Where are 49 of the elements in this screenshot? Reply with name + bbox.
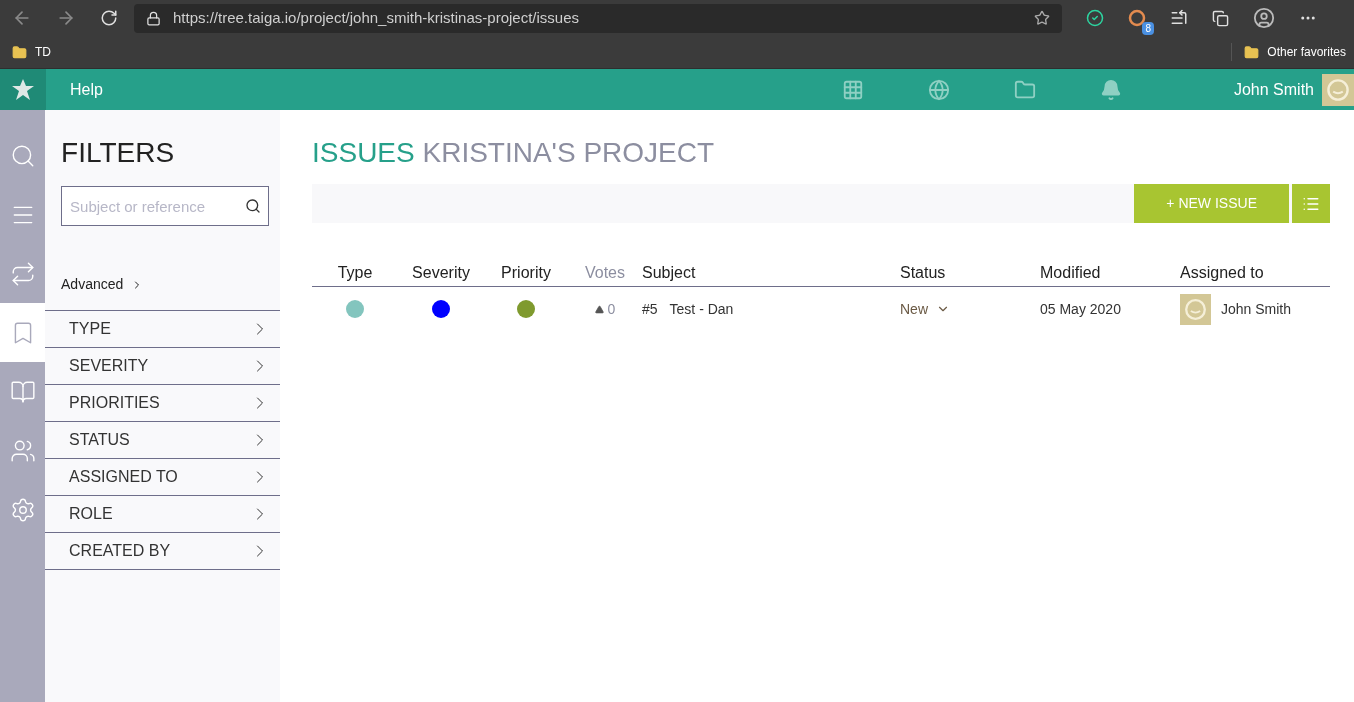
upvote-icon[interactable]: [594, 304, 604, 314]
modified-date: 05 May 2020: [1040, 299, 1122, 319]
assignee-name[interactable]: John Smith: [1221, 298, 1292, 320]
url-text: https://tree.taiga.io/project/john_smith-kristinas-project/issues: [173, 7, 580, 28]
column-header[interactable]: Modified: [1040, 260, 1180, 285]
logo-icon[interactable]: [11, 77, 35, 102]
profile-icon[interactable]: [1253, 7, 1275, 29]
filter-item[interactable]: CREATED BY: [45, 533, 280, 570]
filter-item[interactable]: SEVERITY: [45, 348, 280, 385]
lock-icon: [146, 10, 161, 26]
filter-item[interactable]: ASSIGNED TO: [45, 459, 280, 496]
search-field[interactable]: Subject or reference: [61, 186, 270, 226]
column-header[interactable]: Assigned to: [1180, 260, 1330, 285]
globe-icon[interactable]: [927, 78, 950, 101]
reload-icon[interactable]: [100, 9, 118, 27]
other-favorites[interactable]: Other favorites: [1231, 43, 1346, 61]
extension-icon[interactable]: [1128, 9, 1146, 27]
address-bar[interactable]: https://tree.taiga.io/project/john_smith-kristinas-project/issues: [134, 3, 1062, 33]
bookmark[interactable]: TD: [8, 43, 55, 61]
bell-icon[interactable]: [1099, 78, 1122, 101]
filter-item[interactable]: PRIORITIES: [45, 385, 280, 422]
votes-count: 0: [607, 299, 616, 319]
folder-icon: [1244, 44, 1260, 60]
folder-icon: [12, 44, 27, 60]
page-title: ISSUES KRISTINA'S PROJECT: [312, 136, 716, 170]
column-header[interactable]: Subject: [642, 260, 900, 285]
nav-item[interactable]: [0, 303, 46, 362]
folder-icon[interactable]: [1013, 78, 1036, 101]
extension-badge: 8: [1142, 22, 1154, 35]
advanced-link[interactable]: Advanced: [61, 274, 280, 295]
column-header[interactable]: Status: [900, 260, 1040, 285]
column-header[interactable]: Type: [312, 260, 398, 285]
filter-item[interactable]: TYPE: [45, 311, 280, 348]
filter-item[interactable]: ROLE: [45, 496, 280, 533]
issue-ref[interactable]: #5: [642, 298, 658, 320]
column-header[interactable]: Severity: [398, 260, 484, 285]
filter-item[interactable]: STATUS: [45, 422, 280, 459]
search-icon[interactable]: [245, 198, 262, 214]
check-circle-icon[interactable]: [1086, 9, 1104, 27]
collections-icon[interactable]: [1212, 9, 1229, 27]
issue-subject[interactable]: Test - Dan: [669, 298, 734, 320]
status-dropdown[interactable]: New: [900, 298, 1040, 320]
star-icon[interactable]: [1034, 10, 1050, 26]
filters-title: FILTERS: [61, 136, 176, 170]
avatar-icon: [1322, 73, 1354, 106]
avatar-icon: [1180, 293, 1211, 325]
grid-icon[interactable]: [841, 78, 864, 101]
column-header[interactable]: Priority: [484, 260, 568, 285]
favorites-icon[interactable]: [1170, 9, 1188, 27]
